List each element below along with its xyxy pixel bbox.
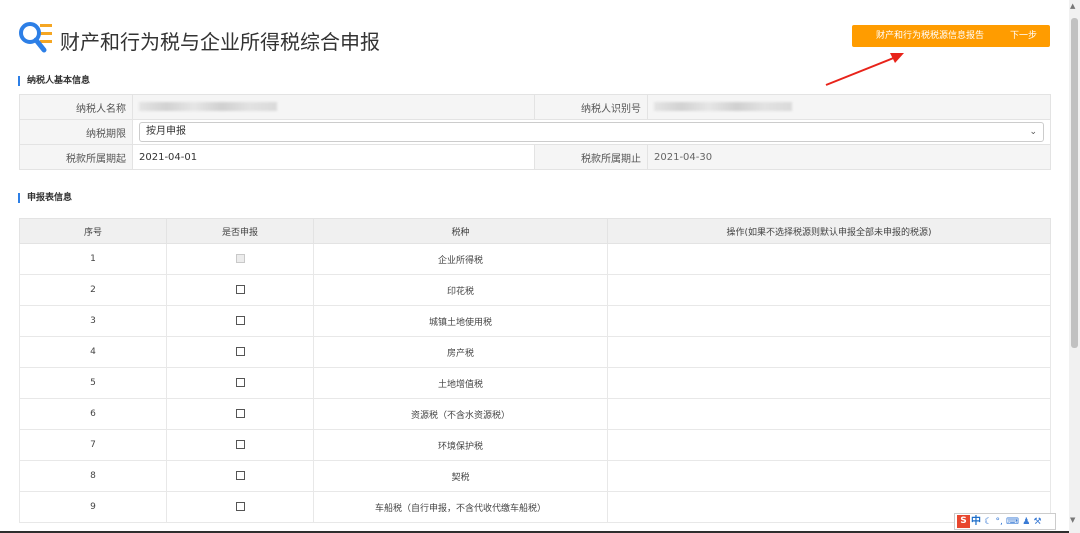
period-start-value: 2021-04-01	[132, 144, 535, 170]
column-header-operation: 操作(如果不选择税源则默认申报全部未申报的税源)	[607, 218, 1051, 244]
row-number: 9	[19, 491, 167, 523]
tax-type: 契税	[313, 460, 608, 492]
declare-cell	[166, 398, 314, 430]
tax-type: 城镇土地使用税	[313, 305, 608, 337]
row-number: 6	[19, 398, 167, 430]
tax-type: 房产税	[313, 336, 608, 368]
declare-cell	[166, 491, 314, 523]
table-row: 5 土地增值税	[19, 367, 1051, 399]
operation-cell	[607, 305, 1051, 337]
declare-checkbox	[235, 254, 245, 263]
operation-cell	[607, 429, 1051, 461]
declare-cell	[166, 336, 314, 368]
operation-cell	[607, 243, 1051, 275]
column-header-no: 序号	[19, 218, 167, 244]
operation-cell	[607, 367, 1051, 399]
row-number: 1	[19, 243, 167, 275]
operation-cell	[607, 336, 1051, 368]
table-row: 8 契税	[19, 460, 1051, 492]
ime-toolbar[interactable]: S中 ☾ °, ⌨ ♟ ⚒	[954, 513, 1056, 530]
page-title: 财产和行为税与企业所得税综合申报	[60, 30, 380, 54]
declare-checkbox[interactable]	[235, 378, 245, 387]
column-header-tax-type: 税种	[313, 218, 608, 244]
tax-type: 资源税（不含水资源税）	[313, 398, 608, 430]
tax-type: 土地增值税	[313, 367, 608, 399]
row-number: 2	[19, 274, 167, 306]
tax-source-report-button[interactable]: 财产和行为税税源信息报告	[852, 25, 1008, 47]
declare-checkbox[interactable]	[235, 409, 245, 418]
row-number: 5	[19, 367, 167, 399]
tax-period-select[interactable]: 按月申报 ⌄	[139, 122, 1044, 142]
table-row: 2 印花税	[19, 274, 1051, 306]
column-header-declare: 是否申报	[166, 218, 314, 244]
sogou-logo-icon: S	[957, 515, 970, 528]
row-number: 3	[19, 305, 167, 337]
next-step-button[interactable]: 下一步	[997, 25, 1050, 47]
row-number: 7	[19, 429, 167, 461]
table-row: 7 环境保护税	[19, 429, 1051, 461]
declare-cell	[166, 243, 314, 275]
period-start-label: 税款所属期起	[19, 144, 133, 170]
tax-period-cell: 按月申报 ⌄	[132, 119, 1051, 145]
table-row: 3 城镇土地使用税	[19, 305, 1051, 337]
table-row: 1 企业所得税	[19, 243, 1051, 275]
redacted-value	[139, 102, 277, 111]
search-document-icon	[19, 22, 52, 53]
scroll-down-icon[interactable]: ▼	[1070, 516, 1075, 524]
scrollbar-thumb[interactable]	[1071, 18, 1078, 348]
red-arrow-annotation	[825, 53, 904, 86]
taxpayer-name-value	[132, 94, 535, 120]
basic-info-table: 纳税人名称 纳税人识别号 纳税期限 按月申报 ⌄ 税款所属期起 2021-04-…	[19, 94, 1051, 170]
declare-cell	[166, 367, 314, 399]
operation-cell	[607, 274, 1051, 306]
declare-checkbox[interactable]	[235, 502, 245, 511]
tax-period-value: 按月申报	[146, 126, 186, 137]
tax-period-label: 纳税期限	[19, 119, 133, 145]
period-end-value: 2021-04-30	[647, 144, 1051, 170]
user-icon[interactable]: ♟	[1022, 517, 1030, 527]
operation-cell	[607, 398, 1051, 430]
vertical-scrollbar[interactable]: ▲ ▼	[1069, 0, 1080, 533]
declare-cell	[166, 274, 314, 306]
scroll-up-icon[interactable]: ▲	[1070, 2, 1075, 10]
row-number: 8	[19, 460, 167, 492]
table-row: 9 车船税（自行申报，不含代收代缴车船税）	[19, 491, 1051, 523]
punctuation-icon[interactable]: °,	[995, 517, 1002, 527]
section-title-basic-info: 纳税人基本信息	[18, 76, 90, 86]
declare-checkbox[interactable]	[235, 285, 245, 294]
declare-checkbox[interactable]	[235, 471, 245, 480]
declare-cell	[166, 429, 314, 461]
declaration-table: 序号 是否申报 税种 操作(如果不选择税源则默认申报全部未申报的税源) 1 企业…	[19, 218, 1051, 523]
period-end-label: 税款所属期止	[534, 144, 648, 170]
tax-type: 车船税（自行申报，不含代收代缴车船税）	[313, 491, 608, 523]
row-number: 4	[19, 336, 167, 368]
wrench-icon[interactable]: ⚒	[1033, 517, 1041, 527]
tax-type: 企业所得税	[313, 243, 608, 275]
redacted-value	[654, 102, 792, 111]
table-row: 6 资源税（不含水资源税）	[19, 398, 1051, 430]
declare-checkbox[interactable]	[235, 347, 245, 356]
table-row: 4 房产税	[19, 336, 1051, 368]
declare-checkbox[interactable]	[235, 440, 245, 449]
ime-chinese-mode[interactable]: 中	[971, 516, 981, 527]
section-title-declaration: 申报表信息	[18, 193, 72, 203]
declare-cell	[166, 305, 314, 337]
taxpayer-id-label: 纳税人识别号	[534, 94, 648, 120]
declare-checkbox[interactable]	[235, 316, 245, 325]
moon-icon[interactable]: ☾	[984, 517, 992, 527]
keyboard-icon[interactable]: ⌨	[1006, 517, 1019, 527]
tax-type: 环境保护税	[313, 429, 608, 461]
tax-type: 印花税	[313, 274, 608, 306]
declare-cell	[166, 460, 314, 492]
chevron-down-icon: ⌄	[1029, 127, 1037, 137]
operation-cell	[607, 460, 1051, 492]
taxpayer-name-label: 纳税人名称	[19, 94, 133, 120]
taxpayer-id-value	[647, 94, 1051, 120]
